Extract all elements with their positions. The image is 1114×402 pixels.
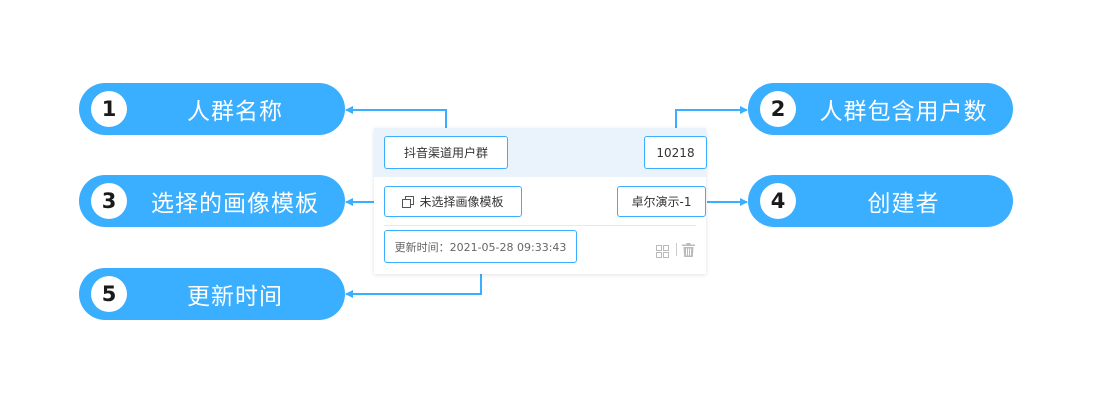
updated-time-box: 更新时间：2021-05-28 09:33:43 <box>384 230 577 263</box>
grid-icon[interactable] <box>656 243 669 258</box>
callout-label: 选择的画像模板 <box>151 191 319 217</box>
callout-number: 1 <box>91 91 127 127</box>
creator-box: 卓尔演示-1 <box>617 186 706 217</box>
callout-label: 更新时间 <box>187 284 283 310</box>
audience-card[interactable]: 抖音渠道用户群 10218 未选择画像模板 卓尔演示-1 更新时间：2021-0… <box>374 128 707 274</box>
callout-label: 人群名称 <box>187 99 283 125</box>
creator-name: 卓尔演示-1 <box>631 195 692 209</box>
user-count: 10218 <box>656 145 695 160</box>
callout-number: 5 <box>91 276 127 312</box>
card-divider <box>384 225 696 226</box>
updated-time: 更新时间：2021-05-28 09:33:43 <box>394 240 567 254</box>
template-name: 未选择画像模板 <box>419 195 504 209</box>
callout-1: 1 人群名称 <box>79 83 345 135</box>
trash-icon[interactable] <box>682 242 695 257</box>
callout-number: 4 <box>760 183 796 219</box>
user-count-box: 10218 <box>644 136 707 169</box>
callout-4: 4 创建者 <box>748 175 1013 227</box>
icon-separator <box>676 243 677 256</box>
template-box[interactable]: 未选择画像模板 <box>384 186 522 217</box>
template-copy-icon <box>402 195 415 208</box>
callout-number: 2 <box>760 91 796 127</box>
group-name-box[interactable]: 抖音渠道用户群 <box>384 136 508 169</box>
group-name: 抖音渠道用户群 <box>403 146 488 160</box>
callout-number: 3 <box>91 183 127 219</box>
callout-2: 2 人群包含用户数 <box>748 83 1013 135</box>
callout-5: 5 更新时间 <box>79 268 345 320</box>
callout-label: 人群包含用户数 <box>819 99 988 125</box>
callout-3: 3 选择的画像模板 <box>79 175 345 227</box>
annotated-card-diagram: 1 人群名称 2 人群包含用户数 3 选择的画像模板 4 创建者 5 更新时间 … <box>0 0 1114 402</box>
callout-label: 创建者 <box>867 191 940 217</box>
